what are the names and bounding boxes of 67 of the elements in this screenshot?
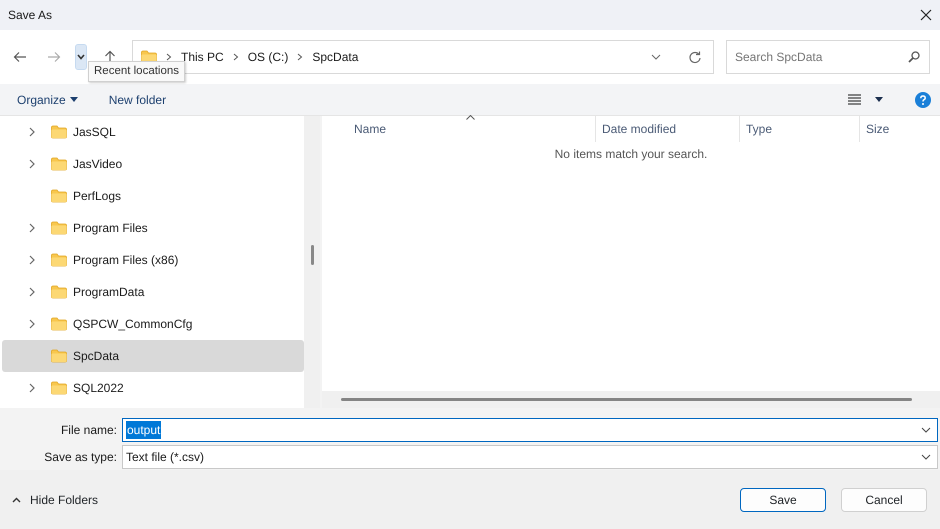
- tree-item[interactable]: JasVideo: [2, 148, 304, 180]
- column-header[interactable]: Type: [740, 116, 860, 142]
- window-title: Save As: [8, 7, 52, 24]
- new-folder-button[interactable]: New folder: [108, 90, 166, 108]
- column-header[interactable]: Name: [338, 116, 596, 142]
- column-header[interactable]: Date modified: [596, 116, 740, 142]
- folder-icon: [51, 157, 67, 171]
- folder-icon: [51, 285, 67, 299]
- file-name-field[interactable]: output: [122, 418, 938, 442]
- chevron-down-icon: [921, 427, 931, 433]
- view-menu[interactable]: [848, 94, 883, 105]
- close-button[interactable]: [920, 9, 932, 21]
- chevron-down-icon: [77, 54, 85, 60]
- chevron-right-icon[interactable]: [29, 159, 35, 169]
- search-field[interactable]: Search SpcData: [726, 40, 930, 74]
- chevron-right-icon[interactable]: [29, 383, 35, 393]
- chevron-right-icon[interactable]: [29, 287, 35, 297]
- field-label: Save as type:: [43, 449, 118, 466]
- tree-item[interactable]: PerfLogs: [2, 180, 304, 212]
- save-button[interactable]: Save: [740, 488, 826, 512]
- column-header[interactable]: Size: [860, 116, 940, 142]
- chevron-down-icon: [651, 54, 661, 60]
- chevron-right-icon[interactable]: [29, 255, 35, 265]
- forward-arrow-icon: [47, 51, 61, 63]
- chevron-right-icon[interactable]: [29, 319, 35, 329]
- chevron-right-icon: [297, 53, 304, 61]
- hide-folders-button[interactable]: Hide Folders: [12, 490, 98, 508]
- help-icon[interactable]: [915, 92, 931, 108]
- list-view-icon: [848, 94, 861, 105]
- tooltip: Recent locations: [88, 61, 186, 82]
- chevron-right-icon[interactable]: [29, 223, 35, 233]
- file-type-dropdown[interactable]: Text file (*.csv): [122, 445, 938, 469]
- tree-item[interactable]: QSPCW_CommonCfg: [2, 308, 304, 340]
- chevron-right-icon: [232, 53, 239, 61]
- tree-item[interactable]: SpcData: [2, 340, 304, 372]
- chevron-up-icon: [12, 496, 21, 502]
- refresh-icon[interactable]: [688, 50, 701, 64]
- caret-down-icon: [70, 97, 78, 102]
- caret-down-icon: [875, 97, 883, 102]
- breadcrumb-item[interactable]: SpcData: [312, 48, 358, 66]
- breadcrumb-item[interactable]: OS (C:): [248, 48, 288, 66]
- search-icon: [908, 51, 920, 63]
- folder-icon: [51, 253, 67, 267]
- folder-icon: [51, 189, 67, 203]
- folder-icon: [51, 317, 67, 331]
- recent-locations-button[interactable]: [75, 44, 87, 70]
- folder-icon: [51, 381, 67, 395]
- tree-item[interactable]: ProgramData: [2, 276, 304, 308]
- field-label: File name:: [60, 422, 118, 439]
- folder-icon: [51, 221, 67, 235]
- folder-icon: [51, 125, 67, 139]
- close-icon: [920, 9, 932, 21]
- organize-menu[interactable]: Organize: [17, 90, 78, 108]
- sort-caret-icon: [466, 115, 475, 120]
- empty-message: No items match your search.: [554, 146, 708, 163]
- tree-item[interactable]: JasSQL: [2, 116, 304, 148]
- cancel-button[interactable]: Cancel: [841, 488, 927, 512]
- up-arrow-icon: [104, 50, 116, 64]
- tree-item[interactable]: SQL2022: [2, 372, 304, 404]
- back-arrow-icon: [13, 51, 27, 63]
- scrollbar[interactable]: [304, 116, 320, 408]
- chevron-down-icon: [921, 454, 931, 460]
- chevron-right-icon[interactable]: [29, 127, 35, 137]
- folder-icon: [51, 349, 67, 363]
- tree-item[interactable]: Program Files: [2, 212, 304, 244]
- chevron-right-icon: [166, 53, 172, 61]
- tree-item[interactable]: Program Files (x86): [2, 244, 304, 276]
